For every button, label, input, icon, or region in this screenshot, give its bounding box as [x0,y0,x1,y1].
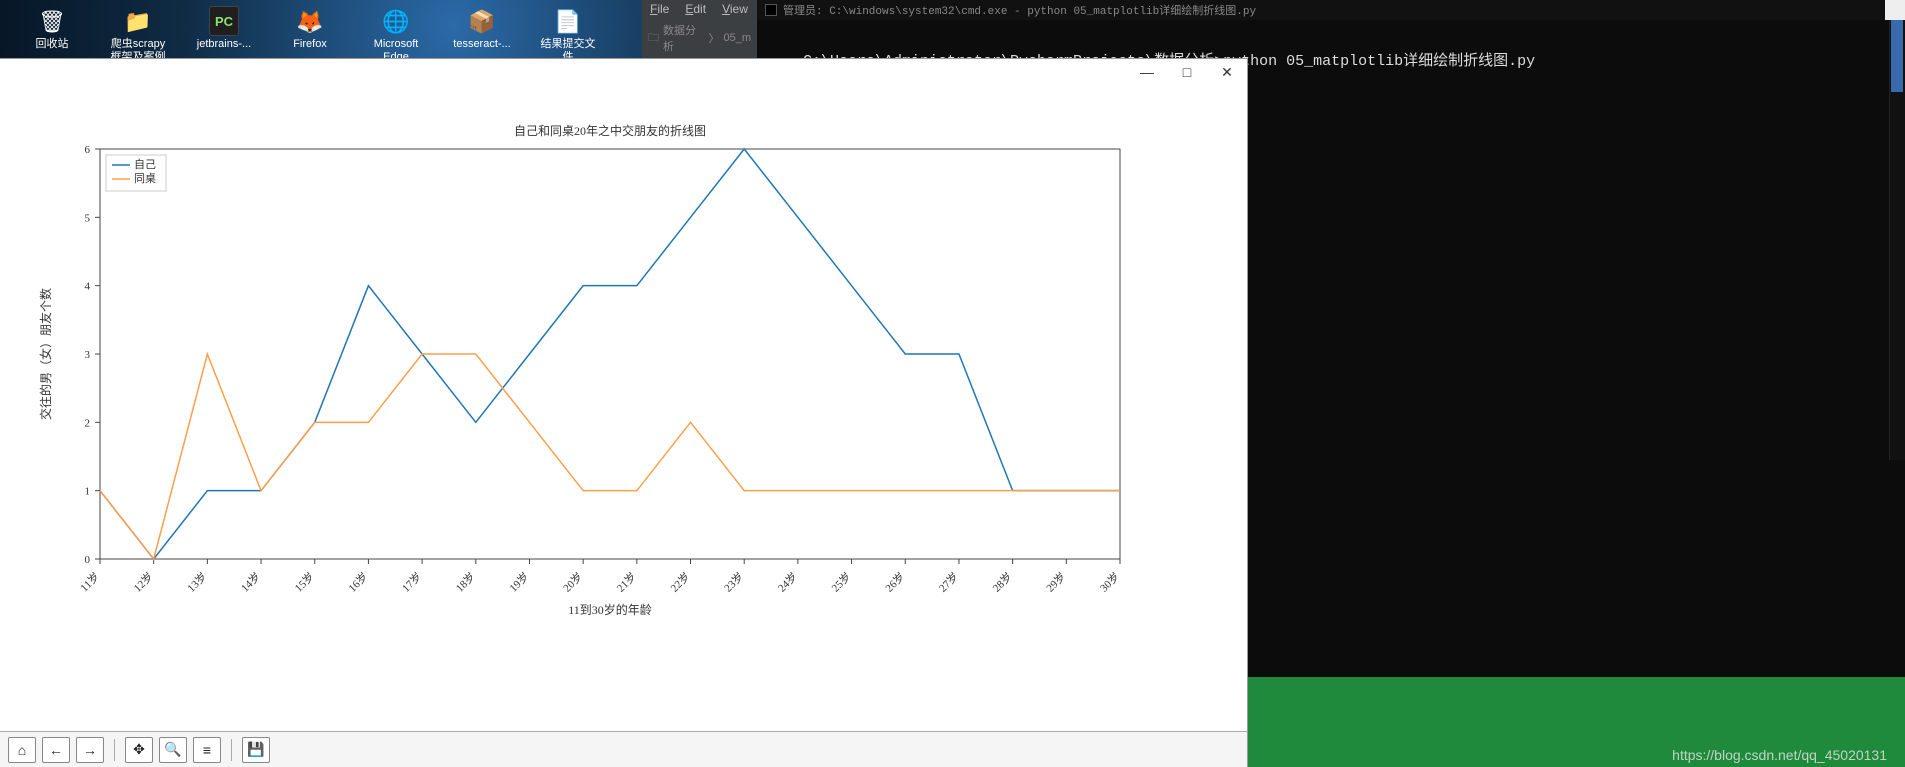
editor-window: FileEditViewNav 🗀 数据分析 〉 05_m 🐍 05 matpl… [642,0,757,65]
editor-menubar[interactable]: FileEditViewNav [642,0,757,18]
svg-text:0: 0 [85,554,91,566]
breadcrumb-folder: 数据分析 [663,22,704,54]
svg-text:25岁: 25岁 [828,569,853,594]
svg-text:6: 6 [85,144,91,156]
svg-text:2: 2 [85,417,91,429]
legend: 自己同桌 [106,155,166,191]
toolbar-button[interactable]: → [76,737,104,763]
svg-text:17岁: 17岁 [399,569,424,594]
desktop-icon-label: Firefox [278,38,342,51]
svg-text:28岁: 28岁 [989,569,1014,594]
svg-text:27岁: 27岁 [936,569,961,594]
svg-text:20岁: 20岁 [560,569,585,594]
menu-item[interactable]: View [714,0,756,18]
series-line [100,149,1120,559]
svg-text:3: 3 [85,349,91,361]
svg-text:19岁: 19岁 [506,569,531,594]
svg-text:22岁: 22岁 [667,569,692,594]
cmd-icon [765,4,777,16]
svg-text:同桌: 同桌 [134,172,156,185]
svg-text:16岁: 16岁 [345,569,370,594]
terminal-scrollbar[interactable] [1889,0,1905,460]
series-line [100,354,1120,559]
terminal-titlebar[interactable]: 管理员: C:\windows\system32\cmd.exe - pytho… [757,0,1905,20]
svg-text:4: 4 [85,281,91,293]
svg-text:5: 5 [85,212,91,224]
svg-text:1: 1 [85,486,91,498]
x-axis-label: 11到30岁的年龄 [568,602,652,617]
svg-text:13岁: 13岁 [184,569,209,594]
svg-text:21岁: 21岁 [614,569,639,594]
chart-title: 自己和同桌20年之中交朋友的折线图 [514,123,706,138]
svg-text:29岁: 29岁 [1043,569,1068,594]
folder-icon: 🗀 [648,29,659,48]
terminal-title: 管理员: C:\windows\system32\cmd.exe - pytho… [783,2,1256,18]
editor-breadcrumb[interactable]: 🗀 数据分析 〉 05_m [642,18,757,58]
svg-text:30岁: 30岁 [1097,569,1122,594]
toolbar-button[interactable]: ← [42,737,70,763]
breadcrumb-file: 05_m [723,32,751,44]
minimize-button[interactable]: — [1127,59,1167,85]
toolbar-button[interactable]: ✥ [125,737,153,763]
y-axis-label: 交往的男（女）朋友个数 [38,288,53,420]
svg-text:11岁: 11岁 [77,569,102,594]
svg-text:24岁: 24岁 [775,569,800,594]
menu-item[interactable]: File [642,0,677,18]
svg-text:23岁: 23岁 [721,569,746,594]
toolbar-button[interactable]: ⌂ [8,737,36,763]
toolbar-button[interactable]: 🔍 [159,737,187,763]
svg-text:15岁: 15岁 [291,569,316,594]
toolbar-button[interactable]: 💾 [242,737,270,763]
maximize-button[interactable]: □ [1167,59,1207,85]
svg-text:26岁: 26岁 [882,569,907,594]
svg-text:14岁: 14岁 [238,569,263,594]
matplotlib-toolbar: ⌂←→ ✥🔍≡ 💾 [0,731,1247,767]
titlebar-edge [1885,0,1905,20]
desktop-icon-label: tesseract-... [450,38,514,51]
chart-area: 自己和同桌20年之中交朋友的折线图 0 1 2 3 4 5 6 交往的男（女）朋友个数 11岁 12… [0,89,1247,689]
svg-text:18岁: 18岁 [452,569,477,594]
csdn-watermark: https://blog.csdn.net/qq_45020131 [1672,747,1887,763]
svg-text:自己: 自己 [134,158,156,171]
desktop-icon-label: jetbrains-... [192,38,256,51]
matplotlib-figure-window: — □ ✕ 自己和同桌20年之中交朋友的折线图 0 1 2 3 4 5 6 交往的男（女）朋友个… [0,59,1247,767]
menu-item[interactable]: Edit [677,0,714,18]
svg-text:12岁: 12岁 [130,569,155,594]
close-button[interactable]: ✕ [1207,59,1247,85]
desktop-icon-label: 回收站 [20,38,84,51]
toolbar-button[interactable]: ≡ [193,737,221,763]
